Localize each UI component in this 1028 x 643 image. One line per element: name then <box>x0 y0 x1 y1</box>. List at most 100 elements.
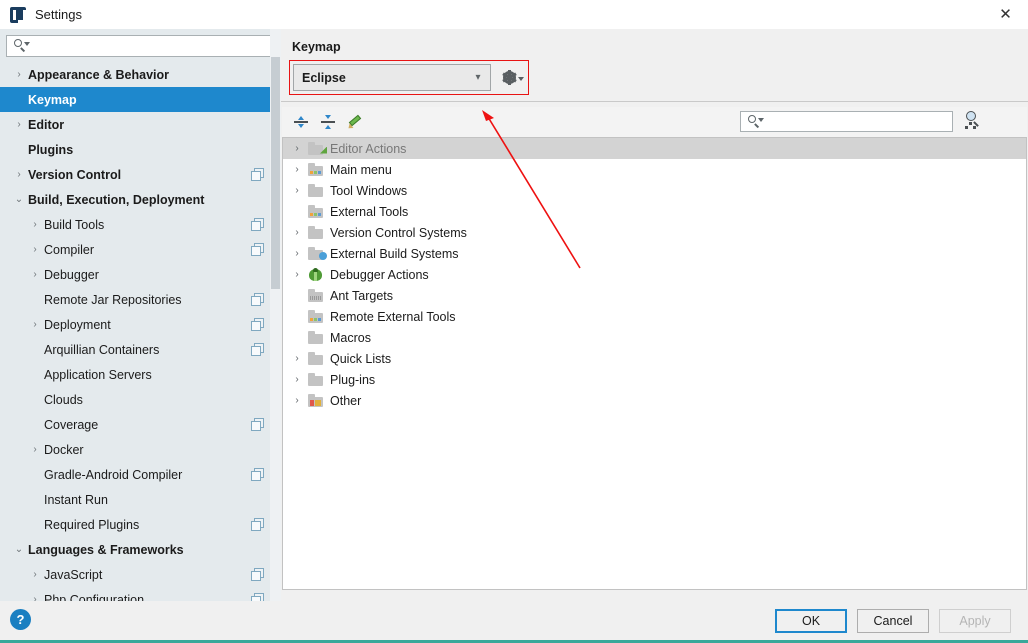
sidebar-item-gradle-android-compiler[interactable]: Gradle-Android Compiler <box>0 462 281 487</box>
help-question-icon[interactable]: ? <box>10 609 31 630</box>
chevron-down-icon[interactable]: ⌄ <box>10 544 28 555</box>
find-by-shortcut-button[interactable] <box>963 109 985 131</box>
chevron-right-icon[interactable]: › <box>287 374 307 385</box>
keymap-find-box[interactable] <box>740 111 953 132</box>
keymap-find-input[interactable] <box>765 113 952 130</box>
copy-settings-icon[interactable] <box>251 518 264 531</box>
chevron-right-icon[interactable]: › <box>26 569 44 580</box>
sidebar-scrollbar-thumb[interactable] <box>271 57 280 289</box>
sidebar-item-version-control[interactable]: › Version Control <box>0 162 281 187</box>
sidebar-item-appearance-behavior[interactable]: › Appearance & Behavior <box>0 62 281 87</box>
keymap-tree-row[interactable]: Ant Targets <box>283 285 1026 306</box>
sidebar-item-label: Version Control <box>28 167 122 182</box>
copy-settings-icon[interactable] <box>251 568 264 581</box>
sidebar-item-build-execution-deployment[interactable]: ⌄ Build, Execution, Deployment <box>0 187 281 212</box>
sidebar-item-required-plugins[interactable]: Required Plugins <box>0 512 281 537</box>
chevron-down-icon[interactable]: ⌄ <box>10 194 28 205</box>
keymap-tree-row[interactable]: › Debugger Actions <box>283 264 1026 285</box>
keymap-tree-label: Tool Windows <box>330 183 408 198</box>
keymap-tree-row[interactable]: › Other <box>283 390 1026 411</box>
sidebar-item-remote-jar-repositories[interactable]: Remote Jar Repositories <box>0 287 281 312</box>
sidebar-item-keymap[interactable]: Keymap <box>0 87 281 112</box>
chevron-right-icon[interactable]: › <box>10 69 28 80</box>
keymap-tree-row[interactable]: › Tool Windows <box>283 180 1026 201</box>
close-icon[interactable]: ✕ <box>983 0 1028 29</box>
keymap-tree-row[interactable]: External Tools <box>283 201 1026 222</box>
keymap-tree-row[interactable]: Macros <box>283 327 1026 348</box>
sidebar-scrollbar-track[interactable] <box>270 29 281 601</box>
sidebar-item-label: Clouds <box>44 392 83 407</box>
sidebar-item-instant-run[interactable]: Instant Run <box>0 487 281 512</box>
keymap-tree-row[interactable]: › Main menu <box>283 159 1026 180</box>
folder-icon <box>307 183 327 199</box>
chevron-right-icon[interactable]: › <box>26 444 44 455</box>
keymap-tree-row[interactable]: › Editor Actions <box>283 138 1026 159</box>
chevron-right-icon[interactable]: › <box>287 143 307 154</box>
folder-dots-icon <box>307 309 327 325</box>
chevron-right-icon[interactable]: › <box>287 353 307 364</box>
chevron-right-icon[interactable]: › <box>287 185 307 196</box>
copy-settings-icon[interactable] <box>251 218 264 231</box>
chevron-right-icon[interactable]: › <box>10 169 28 180</box>
sidebar-item-docker[interactable]: › Docker <box>0 437 281 462</box>
sidebar-item-application-servers[interactable]: Application Servers <box>0 362 281 387</box>
sidebar-item-plugins[interactable]: Plugins <box>0 137 281 162</box>
folder-blue-icon <box>307 246 327 262</box>
copy-settings-icon[interactable] <box>251 418 264 431</box>
chevron-right-icon[interactable]: › <box>287 269 307 280</box>
dialog-footer: ? https://blog.csdn.net/qq_26901033 OK C… <box>0 601 1028 640</box>
chevron-right-icon[interactable]: › <box>287 248 307 259</box>
sidebar-item-label: Instant Run <box>44 492 108 507</box>
keymap-action-tree[interactable]: › Editor Actions › Main menu › Tool Windows Ex… <box>282 137 1027 590</box>
sidebar-item-javascript[interactable]: › JavaScript <box>0 562 281 587</box>
copy-settings-icon[interactable] <box>251 168 264 181</box>
sidebar-item-deployment[interactable]: › Deployment <box>0 312 281 337</box>
chevron-down-icon: ▾ <box>475 72 481 83</box>
search-input[interactable] <box>31 37 274 55</box>
sidebar-item-php-configuration[interactable]: › Php Configuration <box>0 587 281 601</box>
copy-settings-icon[interactable] <box>251 343 264 356</box>
chevron-right-icon[interactable]: › <box>10 119 28 130</box>
sidebar-item-arquillian-containers[interactable]: Arquillian Containers <box>0 337 281 362</box>
edit-shortcut-button[interactable] <box>344 112 366 132</box>
collapse-all-button[interactable] <box>317 112 339 132</box>
keymap-tree-row[interactable]: › Quick Lists <box>283 348 1026 369</box>
cancel-button[interactable]: Cancel <box>857 609 929 633</box>
keymap-settings-gear-button[interactable] <box>500 66 526 88</box>
keymap-tree-label: Plug-ins <box>330 372 376 387</box>
copy-settings-icon[interactable] <box>251 318 264 331</box>
chevron-right-icon[interactable]: › <box>26 319 44 330</box>
copy-settings-icon[interactable] <box>251 243 264 256</box>
sidebar-item-build-tools[interactable]: › Build Tools <box>0 212 281 237</box>
keymap-tree-row[interactable]: › External Build Systems <box>283 243 1026 264</box>
sidebar-item-coverage[interactable]: Coverage <box>0 412 281 437</box>
keymap-tree-row[interactable]: Remote External Tools <box>283 306 1026 327</box>
sidebar-item-clouds[interactable]: Clouds <box>0 387 281 412</box>
sidebar-item-compiler[interactable]: › Compiler <box>0 237 281 262</box>
chevron-down-icon <box>517 77 524 81</box>
chevron-right-icon[interactable]: › <box>287 227 307 238</box>
sidebar-item-label: Gradle-Android Compiler <box>44 467 183 482</box>
chevron-right-icon[interactable]: › <box>287 395 307 406</box>
sidebar-item-languages-frameworks[interactable]: ⌄ Languages & Frameworks <box>0 537 281 562</box>
sidebar-search-box[interactable] <box>6 35 275 57</box>
copy-settings-icon[interactable] <box>251 593 264 601</box>
keymap-tree-row[interactable]: › Plug-ins <box>283 369 1026 390</box>
expand-all-button[interactable] <box>290 112 312 132</box>
chevron-right-icon[interactable]: › <box>26 269 44 280</box>
keymap-tree-row[interactable]: › Version Control Systems <box>283 222 1026 243</box>
chevron-right-icon[interactable]: › <box>26 244 44 255</box>
sidebar-item-editor[interactable]: › Editor <box>0 112 281 137</box>
folder-dots-icon <box>307 162 327 178</box>
copy-settings-icon[interactable] <box>251 293 264 306</box>
chevron-right-icon[interactable]: › <box>26 219 44 230</box>
chevron-right-icon[interactable]: › <box>287 164 307 175</box>
keymap-select[interactable]: Eclipse ▾ <box>293 64 491 91</box>
ok-button[interactable]: OK <box>775 609 847 633</box>
sidebar-item-label: Required Plugins <box>44 517 140 532</box>
sidebar-item-debugger[interactable]: › Debugger <box>0 262 281 287</box>
search-icon <box>11 36 31 56</box>
sidebar-item-label: Build, Execution, Deployment <box>28 192 205 207</box>
apply-button[interactable]: Apply <box>939 609 1011 633</box>
copy-settings-icon[interactable] <box>251 468 264 481</box>
